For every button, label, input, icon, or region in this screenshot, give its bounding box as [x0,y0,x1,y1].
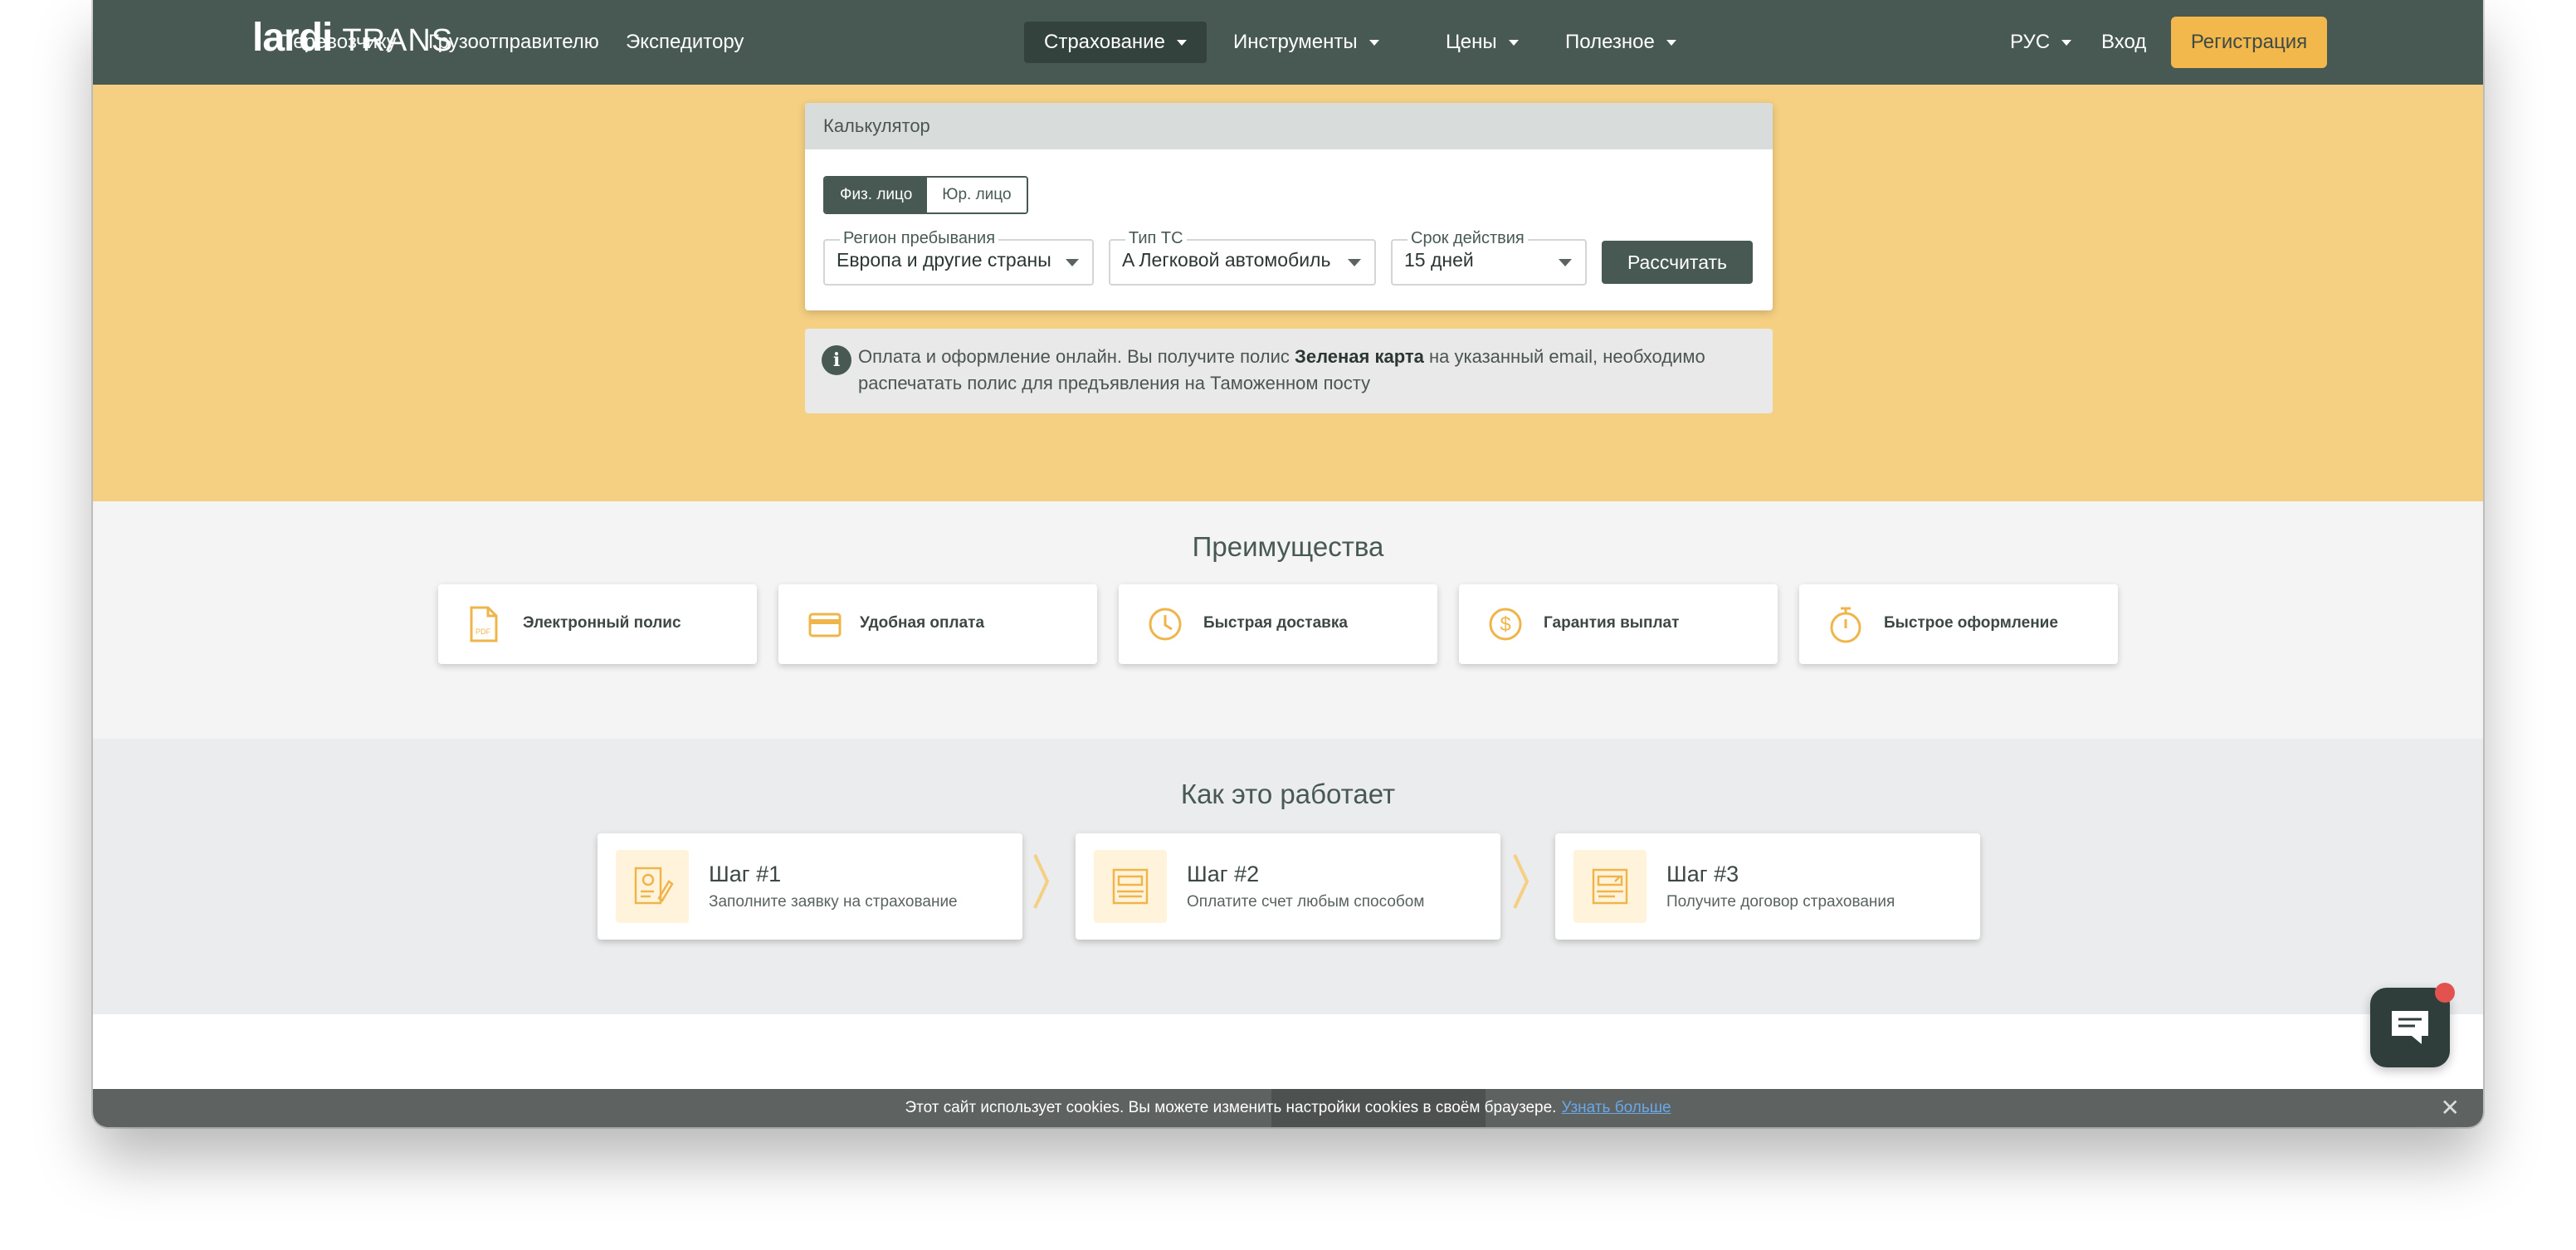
step-icon-box [1573,850,1647,923]
advantages-title: Преимущества [1192,531,1384,562]
calculate-button[interactable]: Рассчитать [1602,241,1753,284]
contract-icon [1592,868,1628,905]
dollar-icon: $ [1489,608,1522,641]
info-icon: i [822,345,851,375]
dropdown-arrow-icon [1559,259,1572,266]
caret-down-icon [1368,40,1379,46]
nav-label: Цены [1446,31,1497,53]
how-it-works-title: Как это работает [1180,779,1396,809]
login-label: Вход [2101,31,2147,53]
advantage-label: Удобная оплата [860,614,985,632]
payment-terminal-icon [1112,868,1149,905]
chevron-right-icon [1513,854,1530,909]
cookie-banner: Этот сайт использует cookies. Вы можете … [93,1089,2483,1127]
nav-label: Полезное [1565,31,1655,53]
nav-item-carrier[interactable]: Перевозчику [259,22,417,63]
nav-label: Грузоотправителю [428,31,599,53]
step-card: Шаг #3 Получите договор страхования [1555,833,1980,940]
region-select[interactable]: Регион пребывания Европа и другие страны [823,229,1094,286]
pdf-icon: PDF [470,606,498,642]
nav-item-prices[interactable]: Цены [1426,22,1539,63]
vehicle-type-label: Тип ТС [1125,229,1187,248]
credit-card-icon [808,613,842,637]
nav-item-forwarder[interactable]: Экспедитору [606,22,764,63]
duration-label: Срок действия [1408,229,1528,248]
nav-item-useful[interactable]: Полезное [1545,22,1696,63]
vehicle-type-select[interactable]: Тип ТС A Легковой автомобиль [1109,229,1376,286]
nav-item-insurance[interactable]: Страхование [1024,22,1207,63]
chevron-right-icon [1033,854,1050,909]
advantage-card: Быстрая доставка [1119,584,1437,664]
dropdown-arrow-icon [1348,259,1361,266]
info-text-start: Оплата и оформление онлайн. Вы получите … [858,346,1295,367]
step-title: Шаг #2 [1187,862,1260,886]
clock-icon [1149,608,1182,641]
application-form-icon [634,867,674,905]
login-link[interactable]: Вход [2081,22,2166,63]
advantage-label: Быстрая доставка [1203,614,1348,632]
nav-item-shipper[interactable]: Грузоотправителю [408,22,619,63]
cookie-text: Этот сайт использует cookies. Вы можете … [905,1099,1557,1116]
stopwatch-icon [1830,607,1861,643]
info-text: Оплата и оформление онлайн. Вы получите … [858,344,1754,397]
svg-text:$: $ [1500,613,1510,636]
register-button[interactable]: Регистрация [2171,17,2327,68]
step-icon-box [616,850,689,923]
nav-label: Инструменты [1233,31,1358,53]
cookie-learn-more-link[interactable]: Узнать больше [1561,1099,1671,1116]
info-notice: i Оплата и оформление онлайн. Вы получит… [805,329,1773,413]
caret-down-icon [1176,40,1187,46]
dropdown-arrow-icon [1066,259,1079,266]
nav-label: Перевозчику [279,31,397,53]
step-title: Шаг #1 [709,862,782,886]
step-title: Шаг #3 [1666,862,1739,886]
caret-down-icon [1508,40,1519,46]
chat-widget-button[interactable] [2370,983,2455,1067]
caret-down-icon [1666,40,1676,46]
person-type-individual[interactable]: Физ. лицо [825,178,928,212]
advantage-card: Удобная оплата [778,584,1097,664]
language-selector[interactable]: РУС [1990,22,2091,63]
person-type-legal[interactable]: Юр. лицо [927,178,1027,212]
duration-select[interactable]: Срок действия 15 дней [1391,229,1587,286]
chat-icon [2392,1011,2428,1044]
notification-dot [2435,983,2455,1003]
region-label: Регион пребывания [840,229,999,248]
calculator-title: Калькулятор [805,103,1773,149]
duration-value: 15 дней [1404,249,1474,271]
info-text-bold: Зеленая карта [1295,346,1424,367]
advantage-label: Электронный полис [523,614,681,632]
close-icon[interactable]: ✕ [2441,1089,2460,1127]
caret-down-icon [2061,40,2072,46]
browser-window: lardi TRANS Перевозчику Грузоотправителю… [93,0,2483,1127]
step-icon-box [1094,850,1167,923]
language-label: РУС [2010,31,2051,53]
nav-item-tools[interactable]: Инструменты [1213,22,1399,63]
vehicle-type-value: A Легковой автомобиль [1122,249,1331,271]
nav-label: Страхование [1044,31,1165,53]
top-navigation: lardi TRANS Перевозчику Грузоотправителю… [93,0,2483,85]
nav-label: Экспедитору [626,31,744,53]
how-it-works-section: Как это работает Шаг #1 Заполните заявку… [93,739,2483,1014]
person-type-toggle: Физ. лицо Юр. лицо [823,176,1028,214]
svg-text:PDF: PDF [476,627,491,636]
step-description: Получите договор страхования [1666,893,1895,911]
advantage-card: PDF Электронный полис [438,584,757,664]
step-card: Шаг #1 Заполните заявку на страхование [598,833,1022,940]
advantage-label: Быстрое оформление [1884,614,2058,632]
advantage-label: Гарантия выплат [1544,614,1680,632]
region-value: Европа и другие страны [837,249,1051,271]
advantage-card: Быстрое оформление [1799,584,2118,664]
advantage-card: $ Гарантия выплат [1459,584,1778,664]
step-description: Заполните заявку на страхование [709,893,958,911]
hero-section: Калькулятор Физ. лицо Юр. лицо Регион пр… [93,85,2483,501]
step-card: Шаг #2 Оплатите счет любым способом [1076,833,1500,940]
insurance-calculator: Калькулятор Физ. лицо Юр. лицо Регион пр… [805,103,1773,310]
advantages-section: Преимущества PDF Электронный полис Удобн… [93,501,2483,739]
step-description: Оплатите счет любым способом [1187,893,1425,911]
